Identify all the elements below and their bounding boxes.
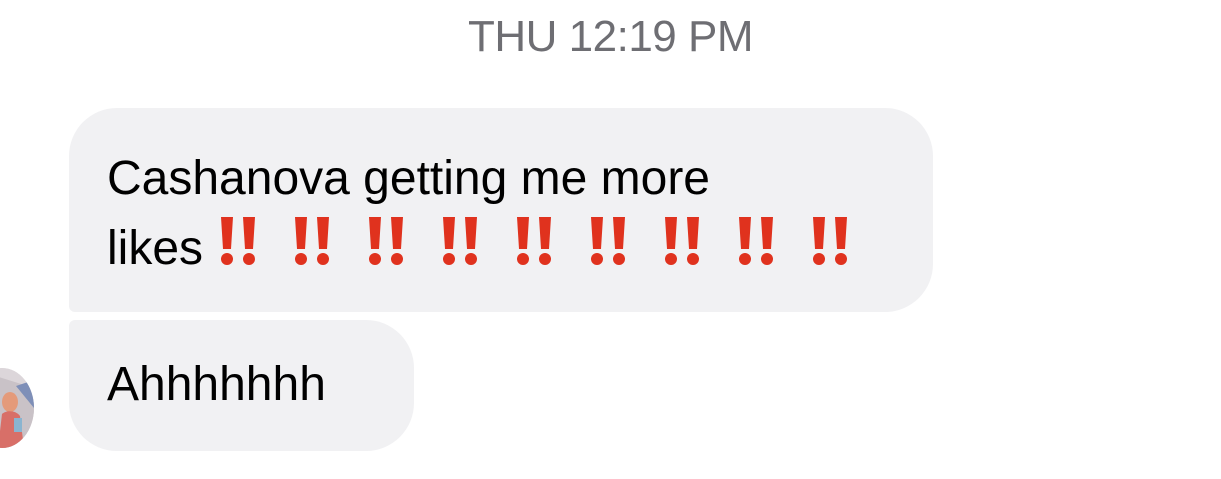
message-timestamp: THU 12:19 PM <box>468 12 753 61</box>
double-exclamation-emoji-icon <box>803 215 875 267</box>
double-exclamation-emoji-icon <box>507 215 579 267</box>
double-exclamation-emoji-icon <box>729 215 801 267</box>
message-bubble[interactable]: Ahhhhhhh <box>69 320 414 451</box>
avatar-image <box>0 368 34 448</box>
double-exclamation-emoji-icon <box>285 215 357 267</box>
double-exclamation-emoji-icon <box>655 215 727 267</box>
message-text-line-1: Cashanova getting me more <box>107 152 710 205</box>
contact-avatar[interactable] <box>0 368 34 448</box>
emoji-row <box>203 217 875 275</box>
double-exclamation-emoji-icon <box>211 215 283 267</box>
double-exclamation-emoji-icon <box>359 215 431 267</box>
double-exclamation-emoji-icon <box>581 215 653 267</box>
double-exclamation-emoji-icon <box>433 215 505 267</box>
message-text-line-2: likes <box>107 214 903 284</box>
message-bubble[interactable]: Cashanova getting me more likes <box>69 108 933 312</box>
message-text-word: likes <box>107 222 204 275</box>
message-text: Ahhhhhhh <box>107 358 326 411</box>
